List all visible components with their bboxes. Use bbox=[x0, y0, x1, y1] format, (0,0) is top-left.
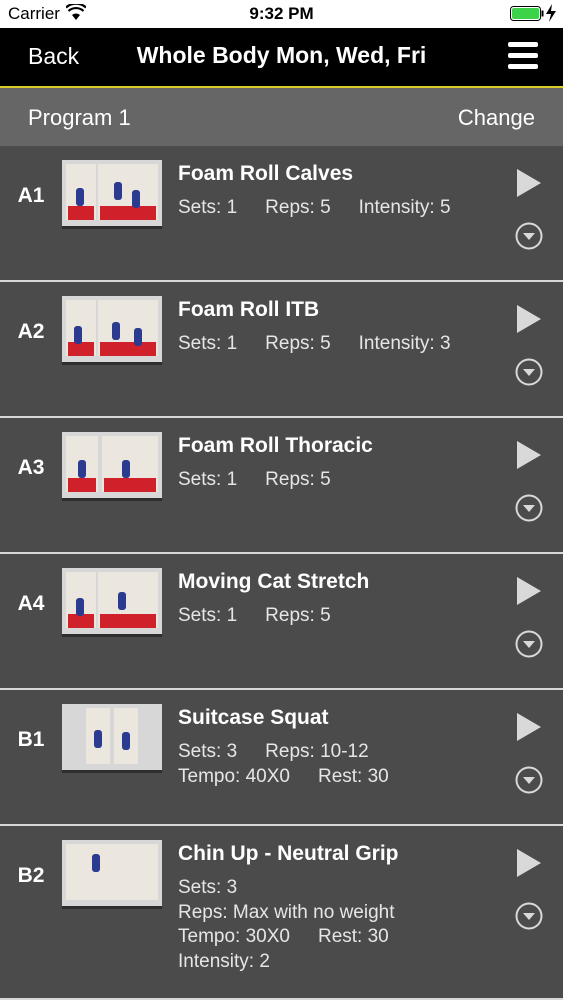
chevron-down-circle-icon[interactable] bbox=[515, 358, 543, 386]
exercise-code: A4 bbox=[17, 592, 45, 615]
detail-value: Sets: 3 bbox=[178, 877, 238, 898]
change-program-button[interactable]: Change bbox=[458, 105, 535, 131]
exercise-name: Moving Cat Stretch bbox=[178, 570, 370, 593]
detail-value: Tempo: 40X0 bbox=[178, 765, 290, 787]
exercise-thumbnail[interactable] bbox=[62, 840, 162, 909]
clock: 9:32 PM bbox=[249, 4, 314, 23]
exercise-details: Sets: 3 Reps: Max with no weight Tempo: 30… bbox=[178, 876, 423, 974]
exercise-details: Sets: 3 Reps: 10-12 Tempo: 40X0 Rest: 30 bbox=[178, 740, 417, 789]
detail-line: Sets: 1 Reps: 5 bbox=[178, 468, 359, 493]
detail-value: Intensity: 3 bbox=[358, 333, 451, 354]
detail-line: Sets: 3 bbox=[178, 876, 423, 901]
detail-value: Reps: Max with no weight bbox=[178, 901, 395, 923]
detail-value: Rest: 30 bbox=[317, 926, 389, 947]
exercise-name: Foam Roll ITB bbox=[178, 298, 320, 321]
exercise-row[interactable]: A2 Foam Roll ITB Sets: 1 Reps: 5 Intensity: … bbox=[0, 282, 563, 418]
navigation-bar: Back Whole Body Mon, Wed, Fri bbox=[0, 28, 563, 88]
exercise-code: A3 bbox=[17, 456, 45, 479]
exercise-row[interactable]: A3 Foam Roll Thoracic Sets: 1 Reps: 5 bbox=[0, 418, 563, 554]
detail-line: Tempo: 40X0 Rest: 30 bbox=[178, 765, 417, 790]
detail-line: Intensity: 2 bbox=[178, 950, 423, 975]
chevron-down-circle-icon[interactable] bbox=[515, 630, 543, 658]
play-icon[interactable] bbox=[516, 304, 542, 334]
detail-line: Tempo: 30X0 Rest: 30 bbox=[178, 925, 423, 950]
exercise-thumbnail[interactable] bbox=[62, 296, 162, 365]
exercise-code: A1 bbox=[17, 184, 45, 207]
exercise-name: Foam Roll Calves bbox=[178, 162, 354, 185]
detail-value: Intensity: 2 bbox=[178, 950, 270, 972]
exercise-row[interactable]: B2 Chin Up - Neutral Grip Sets: 3 Reps: Max… bbox=[0, 826, 563, 1000]
exercise-details: Sets: 1 Reps: 5 Intensity: 5 bbox=[178, 196, 479, 221]
exercise-code: A2 bbox=[17, 320, 45, 343]
exercise-thumbnail[interactable] bbox=[62, 160, 162, 229]
detail-value: Reps: 5 bbox=[265, 469, 331, 490]
charging-bolt-icon bbox=[546, 4, 556, 22]
play-icon[interactable] bbox=[516, 712, 542, 742]
exercise-thumbnail[interactable] bbox=[62, 568, 162, 637]
exercise-list: A1 Foam Roll Calves Sets: 1 Reps: 5 Intensit… bbox=[0, 146, 563, 1000]
program-name: Program 1 bbox=[28, 105, 131, 130]
detail-value: Sets: 1 bbox=[178, 197, 238, 218]
play-icon[interactable] bbox=[516, 848, 542, 878]
exercise-thumbnail[interactable] bbox=[62, 432, 162, 501]
exercise-name: Chin Up - Neutral Grip bbox=[178, 842, 399, 865]
detail-line: Sets: 3 Reps: 10-12 bbox=[178, 740, 417, 765]
play-icon[interactable] bbox=[516, 576, 542, 606]
detail-value: Reps: 5 bbox=[265, 333, 331, 354]
detail-value: Intensity: 5 bbox=[358, 197, 451, 218]
program-bar: Program 1 Change bbox=[0, 88, 563, 146]
battery-icon bbox=[510, 6, 544, 21]
detail-value: Sets: 1 bbox=[178, 469, 238, 490]
play-icon[interactable] bbox=[516, 168, 542, 198]
chevron-down-circle-icon[interactable] bbox=[515, 902, 543, 930]
exercise-row[interactable]: A1 Foam Roll Calves Sets: 1 Reps: 5 Intensit… bbox=[0, 146, 563, 282]
detail-line: Reps: Max with no weight bbox=[178, 901, 423, 926]
exercise-name: Suitcase Squat bbox=[178, 706, 329, 729]
exercise-code: B1 bbox=[17, 728, 45, 751]
detail-value: Reps: 5 bbox=[265, 605, 331, 626]
exercise-details: Sets: 1 Reps: 5 bbox=[178, 604, 359, 629]
chevron-down-circle-icon[interactable] bbox=[515, 766, 543, 794]
exercise-row[interactable]: A4 Moving Cat Stretch Sets: 1 Reps: 5 bbox=[0, 554, 563, 690]
detail-value: Reps: 5 bbox=[265, 197, 331, 218]
page-title: Whole Body Mon, Wed, Fri bbox=[136, 42, 427, 68]
detail-value: Sets: 1 bbox=[178, 605, 238, 626]
detail-line: Sets: 1 Reps: 5 bbox=[178, 604, 359, 629]
detail-value: Tempo: 30X0 bbox=[178, 926, 290, 947]
detail-value: Sets: 3 bbox=[178, 741, 238, 762]
detail-value: Reps: 10-12 bbox=[265, 741, 369, 762]
detail-value: Rest: 30 bbox=[317, 765, 389, 787]
chevron-down-circle-icon[interactable] bbox=[515, 494, 543, 522]
exercise-name: Foam Roll Thoracic bbox=[178, 434, 373, 457]
chevron-down-circle-icon[interactable] bbox=[515, 222, 543, 250]
status-bar: Carrier 9:32 PM bbox=[0, 0, 563, 28]
hamburger-menu-icon[interactable] bbox=[508, 42, 538, 72]
exercise-code: B2 bbox=[17, 864, 45, 887]
detail-line: Sets: 1 Reps: 5 Intensity: 3 bbox=[178, 332, 479, 357]
exercise-details: Sets: 1 Reps: 5 Intensity: 3 bbox=[178, 332, 479, 357]
exercise-details: Sets: 1 Reps: 5 bbox=[178, 468, 359, 493]
detail-value: Sets: 1 bbox=[178, 333, 238, 354]
exercise-row[interactable]: B1 Suitcase Squat Sets: 3 Reps: 10-12 Tempo:… bbox=[0, 690, 563, 826]
exercise-thumbnail[interactable] bbox=[62, 704, 162, 773]
detail-line: Sets: 1 Reps: 5 Intensity: 5 bbox=[178, 196, 479, 221]
play-icon[interactable] bbox=[516, 440, 542, 470]
